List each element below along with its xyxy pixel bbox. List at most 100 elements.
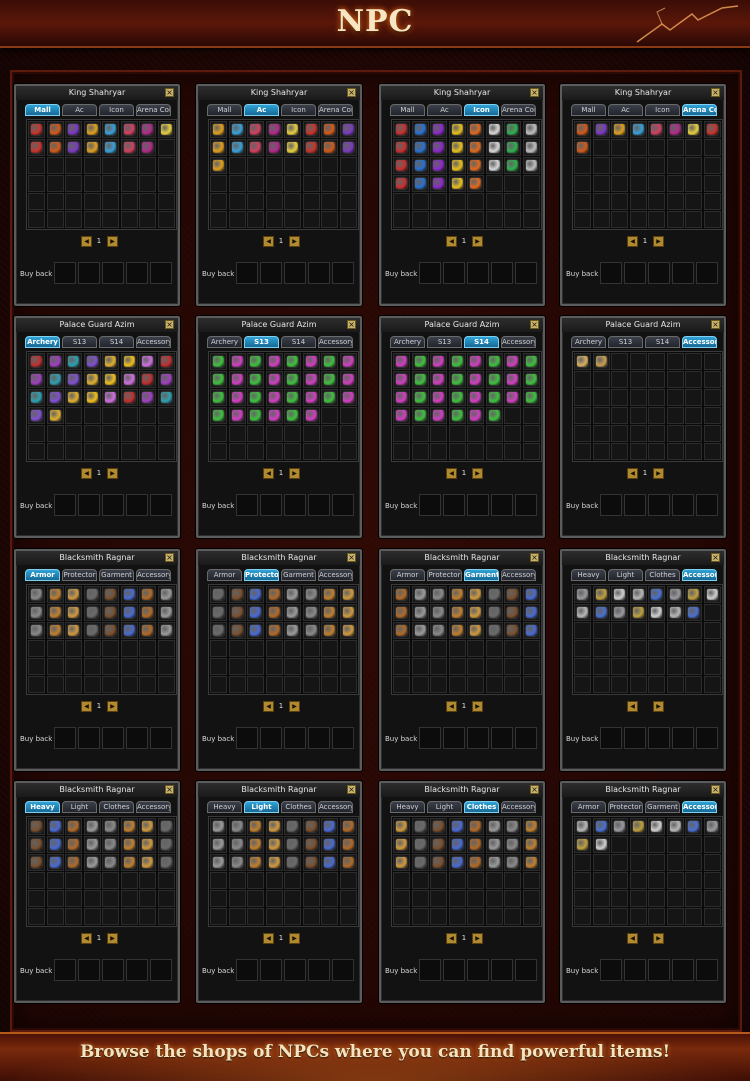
buy-back-slot[interactable] (443, 262, 465, 284)
item-slot[interactable] (247, 121, 264, 138)
item-slot[interactable] (448, 121, 466, 138)
item-slot[interactable] (522, 622, 540, 639)
item-slot[interactable] (666, 604, 684, 621)
tab-garment[interactable]: Garment (464, 569, 499, 581)
item-slot[interactable] (430, 854, 447, 871)
item-slot[interactable] (411, 121, 429, 138)
item-slot[interactable] (102, 389, 119, 406)
tab-clothes[interactable]: Clothes (99, 801, 134, 813)
next-page-button[interactable]: ▶ (653, 933, 664, 944)
buy-back-slot[interactable] (102, 959, 124, 981)
next-page-button[interactable]: ▶ (107, 701, 118, 712)
item-slot[interactable] (485, 371, 503, 388)
item-slot[interactable] (157, 818, 175, 835)
item-slot[interactable] (139, 371, 156, 388)
item-slot[interactable] (685, 586, 702, 603)
item-slot[interactable] (302, 389, 320, 406)
prev-page-button[interactable]: ◀ (627, 701, 638, 712)
item-slot[interactable] (46, 854, 64, 871)
item-slot[interactable] (411, 157, 429, 174)
item-slot[interactable] (120, 389, 138, 406)
next-page-button[interactable]: ▶ (653, 701, 664, 712)
item-slot[interactable] (284, 389, 301, 406)
item-slot[interactable] (411, 175, 429, 192)
item-slot[interactable] (302, 121, 320, 138)
item-slot[interactable] (65, 586, 82, 603)
item-slot[interactable] (302, 604, 320, 621)
item-slot[interactable] (157, 836, 175, 853)
tab-s14[interactable]: S14 (99, 336, 134, 348)
tab-icon[interactable]: Icon (99, 104, 134, 116)
item-slot[interactable] (522, 836, 540, 853)
prev-page-button[interactable]: ◀ (263, 236, 274, 247)
item-slot[interactable] (46, 389, 64, 406)
item-slot[interactable] (522, 604, 540, 621)
item-slot[interactable] (467, 389, 484, 406)
item-slot[interactable] (485, 389, 503, 406)
item-slot[interactable] (83, 389, 101, 406)
item-slot[interactable] (629, 818, 647, 835)
item-slot[interactable] (430, 371, 447, 388)
tab-arena-coin[interactable]: Arena Coin (318, 104, 353, 116)
item-slot[interactable] (210, 604, 227, 621)
buy-back-slot[interactable] (696, 727, 718, 749)
item-slot[interactable] (448, 139, 466, 156)
item-slot[interactable] (321, 818, 338, 835)
tab-ac[interactable]: Ac (62, 104, 97, 116)
item-slot[interactable] (102, 818, 119, 835)
prev-page-button[interactable]: ◀ (263, 701, 274, 712)
tab-armor[interactable]: Armor (390, 569, 425, 581)
prev-page-button[interactable]: ◀ (81, 468, 92, 479)
tab-arena-coin[interactable]: Arena Coin (501, 104, 536, 116)
item-slot[interactable] (393, 604, 410, 621)
prev-page-button[interactable]: ◀ (446, 933, 457, 944)
buy-back-slot[interactable] (672, 727, 694, 749)
item-slot[interactable] (46, 121, 64, 138)
item-slot[interactable] (139, 353, 156, 370)
item-slot[interactable] (28, 586, 45, 603)
tab-mall[interactable]: Mall (390, 104, 425, 116)
item-slot[interactable] (393, 353, 410, 370)
item-slot[interactable] (648, 818, 665, 835)
item-slot[interactable] (284, 604, 301, 621)
item-slot[interactable] (485, 854, 503, 871)
buy-back-slot[interactable] (126, 727, 148, 749)
item-slot[interactable] (393, 175, 410, 192)
item-slot[interactable] (411, 389, 429, 406)
tab-archery[interactable]: Archery (25, 336, 60, 348)
item-slot[interactable] (430, 407, 447, 424)
tab-icon[interactable]: Icon (464, 104, 499, 116)
item-slot[interactable] (228, 139, 246, 156)
item-slot[interactable] (157, 389, 175, 406)
item-slot[interactable] (228, 353, 246, 370)
item-slot[interactable] (210, 353, 227, 370)
buy-back-slot[interactable] (284, 262, 306, 284)
item-slot[interactable] (485, 836, 503, 853)
item-slot[interactable] (611, 586, 628, 603)
close-icon[interactable]: × (711, 785, 720, 794)
item-slot[interactable] (485, 818, 503, 835)
buy-back-slot[interactable] (150, 727, 172, 749)
tab-protector[interactable]: Protector (244, 569, 279, 581)
buy-back-slot[interactable] (54, 727, 76, 749)
close-icon[interactable]: × (530, 785, 539, 794)
item-slot[interactable] (467, 586, 484, 603)
buy-back-slot[interactable] (78, 262, 100, 284)
item-slot[interactable] (467, 836, 484, 853)
item-slot[interactable] (83, 854, 101, 871)
tab-ac[interactable]: Ac (244, 104, 279, 116)
item-slot[interactable] (46, 407, 64, 424)
prev-page-button[interactable]: ◀ (627, 236, 638, 247)
item-slot[interactable] (284, 353, 301, 370)
item-slot[interactable] (430, 139, 447, 156)
item-slot[interactable] (321, 622, 338, 639)
item-slot[interactable] (157, 121, 175, 138)
buy-back-slot[interactable] (260, 494, 282, 516)
buy-back-slot[interactable] (332, 959, 354, 981)
item-slot[interactable] (46, 604, 64, 621)
buy-back-slot[interactable] (672, 959, 694, 981)
buy-back-slot[interactable] (284, 959, 306, 981)
tab-icon[interactable]: Icon (645, 104, 680, 116)
item-slot[interactable] (265, 371, 283, 388)
buy-back-slot[interactable] (284, 727, 306, 749)
